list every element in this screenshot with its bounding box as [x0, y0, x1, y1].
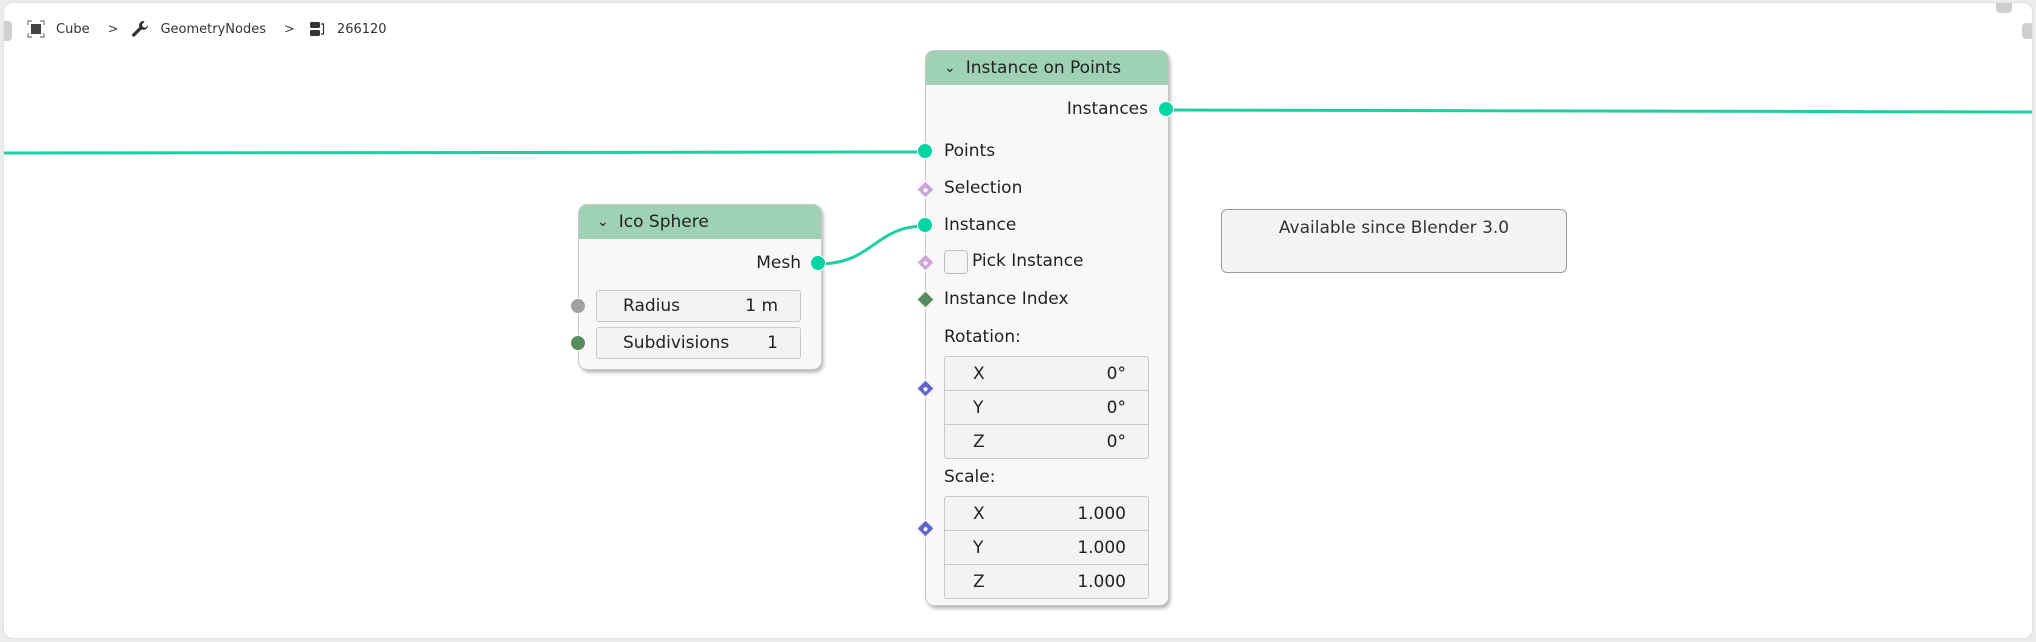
- output-mesh-label: Mesh: [756, 253, 801, 273]
- input-selection-label: Selection: [944, 178, 1023, 198]
- axis-label: Y: [973, 397, 984, 418]
- axis-value: 1.000: [1077, 572, 1126, 592]
- frame-note[interactable]: Available since Blender 3.0: [1221, 209, 1567, 273]
- rotation-y-field[interactable]: Y 0°: [945, 391, 1148, 425]
- input-instance-label: Instance: [944, 215, 1017, 235]
- note-text: Available since Blender 3.0: [1278, 218, 1510, 238]
- rotation-vector-field[interactable]: X 0° Y 0° Z 0°: [944, 356, 1149, 459]
- axis-value: 0°: [1106, 397, 1126, 418]
- node-title: Ico Sphere: [618, 212, 709, 232]
- link-to-points: [4, 150, 926, 155]
- pick-instance-checkbox[interactable]: [944, 250, 968, 274]
- link-mesh-to-instance: [817, 224, 926, 266]
- radius-input-socket[interactable]: [570, 298, 586, 314]
- scale-vector-field[interactable]: X 1.000 Y 1.000 Z 1.000: [944, 496, 1149, 599]
- points-input-socket[interactable]: [917, 143, 933, 159]
- axis-value: 1.000: [1077, 537, 1126, 558]
- node-header[interactable]: ⌄ Ico Sphere: [579, 205, 821, 239]
- field-value: 1: [767, 333, 778, 353]
- scale-z-field[interactable]: Z 1.000: [945, 565, 1148, 599]
- subdivisions-field[interactable]: Subdivisions 1: [596, 327, 801, 359]
- pick-instance-label: Pick Instance: [972, 251, 1084, 271]
- field-value: 1 m: [745, 296, 778, 316]
- axis-label: Z: [973, 572, 985, 592]
- field-label: Subdivisions: [623, 333, 730, 353]
- scale-y-field[interactable]: Y 1.000: [945, 531, 1148, 565]
- rotation-x-field[interactable]: X 0°: [945, 357, 1148, 391]
- axis-value: 0°: [1106, 363, 1126, 384]
- rotation-label: Rotation:: [944, 327, 1021, 347]
- subdivisions-input-socket[interactable]: [570, 335, 586, 351]
- mesh-output-socket[interactable]: [810, 255, 826, 271]
- ico-sphere-node[interactable]: ⌄ Ico Sphere Mesh Radius 1 m Subdivision…: [579, 205, 821, 369]
- axis-label: Y: [973, 537, 984, 558]
- node-editor-canvas[interactable]: Cube > GeometryNodes > 266120 ⌄ Ico Sphe…: [3, 2, 2033, 639]
- radius-field[interactable]: Radius 1 m: [596, 290, 801, 322]
- axis-value: 0°: [1106, 432, 1126, 452]
- axis-label: X: [973, 503, 985, 524]
- axis-value: 1.000: [1077, 503, 1126, 524]
- link-instances-out: [1166, 108, 2032, 114]
- instances-output-socket[interactable]: [1158, 101, 1174, 117]
- axis-label: X: [973, 363, 985, 384]
- instance-index-label: Instance Index: [944, 289, 1069, 309]
- chevron-down-icon[interactable]: ⌄: [597, 214, 609, 230]
- instance-on-points-node[interactable]: ⌄ Instance on Points Instances Points Se…: [926, 51, 1168, 605]
- rotation-z-field[interactable]: Z 0°: [945, 425, 1148, 459]
- node-title: Instance on Points: [965, 58, 1122, 78]
- input-points-label: Points: [944, 141, 996, 161]
- output-instances-label: Instances: [1066, 99, 1148, 119]
- instance-input-socket[interactable]: [917, 217, 933, 233]
- scale-label: Scale:: [944, 467, 996, 487]
- chevron-down-icon[interactable]: ⌄: [944, 60, 956, 76]
- field-label: Radius: [623, 296, 681, 316]
- axis-label: Z: [973, 432, 985, 452]
- node-header[interactable]: ⌄ Instance on Points: [926, 51, 1168, 85]
- scale-x-field[interactable]: X 1.000: [945, 497, 1148, 531]
